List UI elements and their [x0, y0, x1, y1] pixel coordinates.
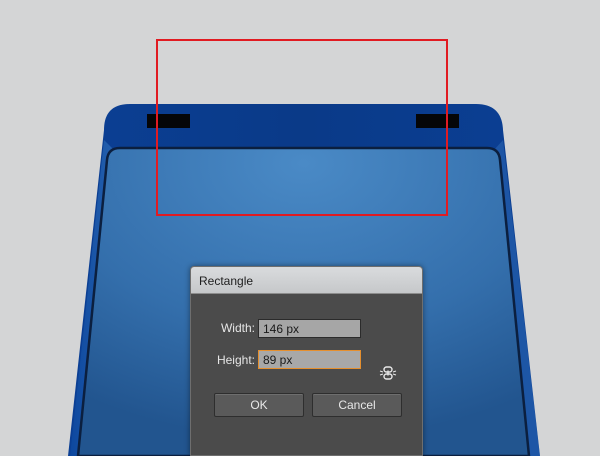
ok-button[interactable]: OK — [214, 393, 304, 417]
canvas: Rectangle Width: Height: OK Cancel — [0, 0, 600, 456]
dialog-titlebar[interactable]: Rectangle — [191, 267, 422, 294]
link-chain-icon[interactable] — [379, 364, 397, 382]
dialog-title: Rectangle — [199, 274, 254, 288]
dialog-body: Width: Height: OK Cancel — [191, 294, 422, 455]
width-field[interactable] — [258, 319, 361, 338]
selection-rectangle[interactable] — [156, 39, 448, 216]
width-label: Width: — [220, 321, 255, 335]
height-field[interactable] — [258, 350, 361, 369]
height-label: Height: — [216, 353, 255, 367]
cancel-button[interactable]: Cancel — [312, 393, 402, 417]
rectangle-dialog: Rectangle Width: Height: OK Cancel — [190, 266, 423, 456]
